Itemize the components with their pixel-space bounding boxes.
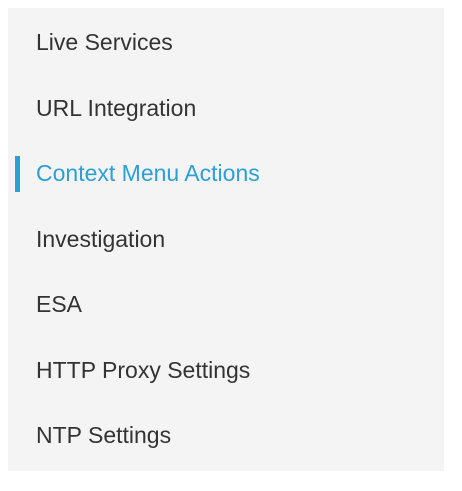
sidebar-item-label: HTTP Proxy Settings <box>36 356 251 383</box>
sidebar-item-label: NTP Settings <box>36 422 172 448</box>
sidebar-item-label: URL Integration <box>36 94 197 121</box>
sidebar-item-url-integration[interactable]: URL Integration <box>8 85 444 151</box>
sidebar-item-live-services[interactable]: Live Services <box>8 19 444 85</box>
sidebar-item-label: Live Services <box>36 29 173 55</box>
sidebar-item-investigation[interactable]: Investigation <box>8 216 444 282</box>
sidebar-item-label: ESA <box>36 291 83 317</box>
sidebar-item-esa[interactable]: ESA <box>8 281 444 347</box>
settings-nav-list: Live Services URL Integration Context Me… <box>8 19 444 478</box>
active-indicator <box>15 156 20 192</box>
sidebar-item-context-menu-actions[interactable]: Context Menu Actions <box>8 150 444 216</box>
sidebar-item-http-proxy-settings[interactable]: HTTP Proxy Settings <box>8 347 444 413</box>
settings-sidebar: Live Services URL Integration Context Me… <box>8 8 444 471</box>
sidebar-item-label: Investigation <box>36 225 166 252</box>
sidebar-item-label: Context Menu Actions <box>36 160 260 186</box>
sidebar-item-ntp-settings[interactable]: NTP Settings <box>8 412 444 478</box>
